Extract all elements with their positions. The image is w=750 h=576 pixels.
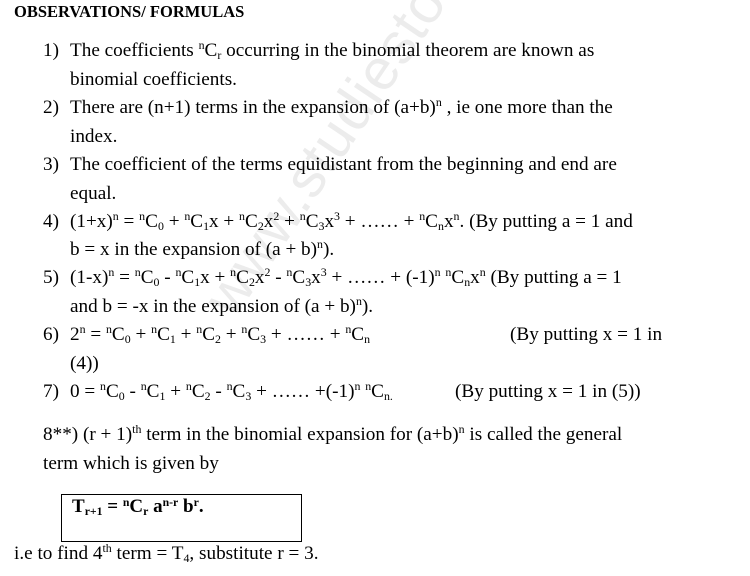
item-number: 7) bbox=[43, 381, 59, 402]
item-7-formula: 0 = nC0 - nC1 + nC2 - nC3 + …… +(-1)n nC… bbox=[70, 379, 393, 403]
item-4-text-cont: b = x in the expansion of (a + b)n). bbox=[70, 237, 335, 260]
item-3-text-cont: equal. bbox=[70, 183, 117, 204]
section-heading: OBSERVATIONS/ FORMULAS bbox=[14, 2, 245, 21]
item-6-note: (By putting x = 1 in bbox=[510, 324, 663, 345]
item-number: 6) bbox=[43, 324, 59, 345]
item-number: 4) bbox=[43, 211, 59, 232]
item-number: 3) bbox=[43, 154, 59, 175]
item-5-formula: (1-x)n = nC0 - nC1x + nC2x2 - nC3x3 + ……… bbox=[70, 265, 622, 289]
general-term-formula: Tr+1 = nCr an-r br. bbox=[72, 495, 204, 518]
item-8-text: 8**) (r + 1)th term in the binomial expa… bbox=[43, 422, 623, 445]
item-5-text-cont: and b = -x in the expansion of (a + b)n)… bbox=[70, 294, 374, 317]
item-number: 2) bbox=[43, 97, 59, 118]
example-note: i.e to find 4th term = T4, substitute r … bbox=[14, 541, 319, 565]
item-number: 5) bbox=[43, 267, 59, 288]
general-term-formula-box: Tr+1 = nCr an-r br. bbox=[61, 494, 302, 542]
item-3-text: The coefficient of the terms equidistant… bbox=[70, 154, 617, 175]
item-2-text: There are (n+1) terms in the expansion o… bbox=[70, 95, 613, 118]
item-7-note: (By putting x = 1 in (5)) bbox=[455, 381, 641, 402]
item-6-formula: 2n = nC0 + nC1 + nC2 + nC3 + …… + nCn bbox=[70, 322, 371, 346]
item-6-text-cont: (4)) bbox=[70, 353, 99, 374]
item-1-text-cont: binomial coefficients. bbox=[70, 69, 237, 90]
item-4-formula: (1+x)n = nC0 + nC1x + nC2x2 + nC3x3 + ……… bbox=[70, 209, 633, 233]
item-1-text: The coefficients nCr occurring in the bi… bbox=[70, 38, 595, 62]
item-8-text-cont: term which is given by bbox=[43, 453, 219, 474]
item-2-text-cont: index. bbox=[70, 126, 118, 147]
item-number: 1) bbox=[43, 40, 59, 61]
